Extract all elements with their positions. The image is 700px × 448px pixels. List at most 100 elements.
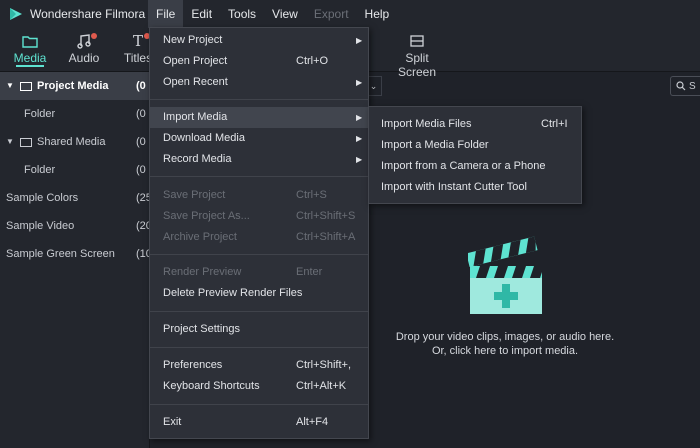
search-placeholder: S (689, 80, 696, 92)
menu-export[interactable]: Export (306, 0, 357, 28)
sidebar-item-folder[interactable]: Folder (0 (0, 100, 150, 128)
menu-item-keyboard-shortcuts[interactable]: Keyboard Shortcuts Ctrl+Alt+K (150, 376, 368, 397)
submenu-arrow-icon: ▶ (356, 134, 363, 143)
menu-item-import-media-files[interactable]: Import Media Files Ctrl+I (369, 114, 581, 135)
menu-item-delete-preview-render-files[interactable]: Delete Preview Render Files (150, 283, 368, 304)
media-library-panel: ▼ Project Media (0 Folder (0 ▼ Shared Me… (0, 72, 152, 448)
menu-item-archive-project[interactable]: Archive Project Ctrl+Shift+A (150, 227, 368, 248)
clapperboard-icon[interactable] (466, 236, 544, 319)
tab-media[interactable]: Media (8, 32, 52, 67)
menu-item-label: Import a Media Folder (381, 139, 489, 151)
shortcut-label: Ctrl+Alt+K (296, 380, 347, 392)
menu-divider (150, 176, 368, 177)
shortcut-label: Ctrl+S (296, 189, 327, 201)
shortcut-label: Alt+F4 (296, 416, 329, 428)
item-count: (0 (136, 108, 146, 120)
item-count: (0 (136, 80, 146, 92)
expand-triangle-icon[interactable]: ▼ (6, 128, 16, 156)
menu-divider (150, 311, 368, 312)
menu-item-label: Archive Project (163, 231, 237, 243)
menu-item-import-from-camera[interactable]: Import from a Camera or a Phone (369, 156, 581, 177)
item-count: (0 (136, 136, 146, 148)
menu-edit[interactable]: Edit (183, 0, 220, 28)
sidebar-item-label: Sample Colors (6, 192, 79, 204)
sidebar-item-label: Folder (24, 164, 56, 176)
menu-item-label: Render Preview (163, 266, 242, 278)
submenu-arrow-icon: ▶ (356, 155, 363, 164)
menu-item-project-settings[interactable]: Project Settings (150, 319, 368, 340)
menu-item-import-media[interactable]: Import Media ▶ (150, 107, 368, 128)
folder-icon (20, 137, 32, 147)
menu-item-import-media-folder[interactable]: Import a Media Folder (369, 135, 581, 156)
menu-item-record-media[interactable]: Record Media ▶ (150, 149, 368, 170)
drop-hint[interactable]: Drop your video clips, images, or audio … (380, 330, 630, 358)
notification-dot (91, 33, 97, 39)
item-count: (0 (136, 164, 146, 176)
drop-hint-line2: Or, click here to import media. (431, 345, 579, 357)
menu-item-render-preview[interactable]: Render Preview Enter (150, 262, 368, 283)
menu-item-label: Import with Instant Cutter Tool (381, 181, 527, 193)
expand-triangle-icon[interactable]: ▼ (6, 72, 16, 100)
sidebar-item-project-media[interactable]: ▼ Project Media (0 (0, 72, 150, 100)
menu-item-open-recent[interactable]: Open Recent ▶ (150, 72, 368, 93)
app-title: Wondershare Filmora (30, 7, 146, 21)
menu-divider (150, 404, 368, 405)
sidebar-item-label: Sample Video (6, 220, 75, 232)
menu-divider (150, 347, 368, 348)
menu-item-exit[interactable]: Exit Alt+F4 (150, 412, 368, 433)
menu-item-save-project[interactable]: Save Project Ctrl+S (150, 185, 368, 206)
menu-item-label: Save Project (163, 189, 226, 201)
folder-icon (20, 81, 32, 91)
menu-item-label: Preferences (163, 359, 223, 371)
tab-media-label: Media (13, 51, 47, 65)
menu-item-label: Delete Preview Render Files (163, 287, 303, 299)
menu-item-label: Open Recent (163, 76, 228, 88)
filmora-logo-icon (8, 6, 24, 22)
file-menu-dropdown: New Project ▶ Open Project Ctrl+O Open R… (149, 27, 369, 439)
split-screen-label: Split Screen (397, 51, 437, 79)
sidebar-item-folder[interactable]: Folder (0 (0, 156, 150, 184)
menu-item-label: Keyboard Shortcuts (163, 380, 260, 392)
menu-item-preferences[interactable]: Preferences Ctrl+Shift+, (150, 355, 368, 376)
shortcut-label: Ctrl+I (541, 118, 568, 130)
menu-file[interactable]: File (148, 0, 184, 28)
menu-item-label: Open Project (163, 55, 228, 67)
menu-item-open-project[interactable]: Open Project Ctrl+O (150, 51, 368, 72)
sidebar-item-label: Project Media (37, 80, 109, 92)
sidebar-item-sample-green-screen[interactable]: Sample Green Screen (10 (0, 240, 152, 268)
menu-item-label: Import Media Files (381, 118, 472, 130)
menu-item-import-instant-cutter[interactable]: Import with Instant Cutter Tool (369, 177, 581, 198)
shortcut-label: Ctrl+Shift+, (296, 359, 352, 371)
sidebar-item-sample-video[interactable]: Sample Video (20 (0, 212, 152, 240)
shortcut-label: Ctrl+Shift+A (296, 231, 356, 243)
shortcut-label: Enter (296, 266, 323, 278)
music-note-icon (62, 32, 106, 50)
submenu-arrow-icon: ▶ (356, 113, 363, 122)
menu-item-download-media[interactable]: Download Media ▶ (150, 128, 368, 149)
import-media-submenu: Import Media Files Ctrl+I Import a Media… (368, 106, 582, 204)
split-screen-icon (386, 32, 448, 50)
menu-view[interactable]: View (264, 0, 306, 28)
chevron-down-icon: ⌄ (369, 81, 378, 91)
menu-tools[interactable]: Tools (220, 0, 264, 28)
search-icon (676, 81, 686, 91)
submenu-arrow-icon: ▶ (356, 36, 363, 45)
drop-hint-line1: Drop your video clips, images, or audio … (395, 331, 615, 343)
sidebar-item-shared-media[interactable]: ▼ Shared Media (0 (0, 128, 150, 156)
shortcut-label: Ctrl+O (296, 55, 329, 67)
search-input[interactable]: S (670, 76, 700, 96)
menu-bar: File Edit Tools View Export Help (148, 0, 397, 28)
menu-item-label: Exit (163, 416, 182, 428)
menu-item-save-project-as[interactable]: Save Project As... Ctrl+Shift+S (150, 206, 368, 227)
tab-audio-label: Audio (68, 51, 100, 65)
submenu-arrow-icon: ▶ (356, 78, 363, 87)
split-screen-button[interactable]: Split Screen (386, 32, 448, 79)
sidebar-item-sample-colors[interactable]: Sample Colors (25 (0, 184, 152, 212)
sidebar-item-label: Folder (24, 108, 56, 120)
sidebar-item-label: Shared Media (37, 136, 106, 148)
tab-audio[interactable]: Audio (62, 32, 106, 65)
menu-item-new-project[interactable]: New Project ▶ (150, 30, 368, 51)
menu-help[interactable]: Help (357, 0, 398, 28)
shortcut-label: Ctrl+Shift+S (296, 210, 356, 222)
menu-divider (150, 99, 368, 100)
